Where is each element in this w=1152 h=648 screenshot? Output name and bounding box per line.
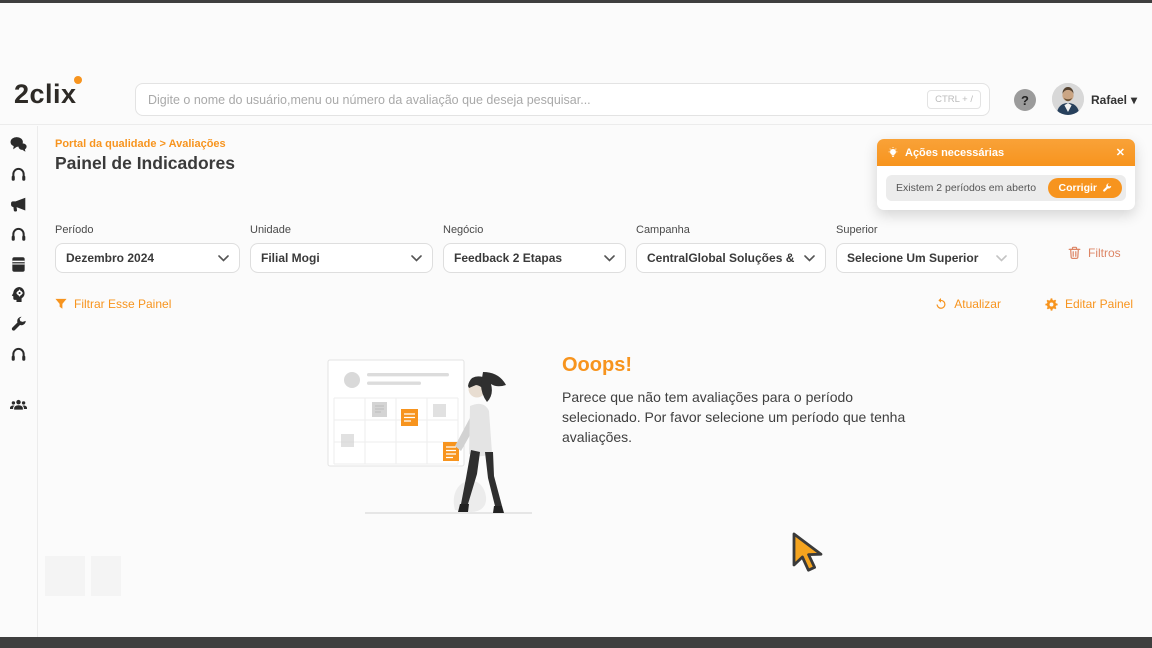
filter-label: Superior bbox=[836, 224, 1018, 236]
avatar[interactable] bbox=[1052, 83, 1084, 115]
filter-campanha: Campanha CentralGlobal Soluções & F bbox=[636, 224, 826, 273]
funnel-icon bbox=[55, 298, 67, 310]
book-icon[interactable] bbox=[10, 256, 27, 273]
chevron-down-icon: ▾ bbox=[1131, 93, 1137, 107]
empty-state-title: Ooops! bbox=[562, 354, 907, 377]
filter-label: Negócio bbox=[443, 224, 626, 236]
filter-panel-button[interactable]: Filtrar Esse Painel bbox=[55, 297, 171, 311]
filters-row: Período Dezembro 2024 Unidade Filial Mog… bbox=[55, 224, 1121, 273]
negocio-select[interactable]: Feedback 2 Etapas bbox=[443, 243, 626, 273]
filter-superior: Superior Selecione Um Superior bbox=[836, 224, 1018, 273]
logo-text: 2clix bbox=[14, 79, 77, 109]
actions-needed-title: Ações necessárias bbox=[905, 147, 1110, 159]
mouse-cursor bbox=[791, 532, 829, 574]
avatar-image bbox=[1052, 83, 1084, 115]
help-button[interactable]: ? bbox=[1014, 89, 1036, 111]
negocio-value: Feedback 2 Etapas bbox=[454, 251, 562, 265]
actions-needed-body: Existem 2 períodos em aberto Corrigir bbox=[877, 166, 1135, 210]
filter-unidade: Unidade Filial Mogi bbox=[250, 224, 433, 273]
filter-negocio: Negócio Feedback 2 Etapas bbox=[443, 224, 626, 273]
empty-state-text: Ooops! Parece que não tem avaliações par… bbox=[562, 352, 907, 522]
filter-label: Unidade bbox=[250, 224, 433, 236]
unidade-select[interactable]: Filial Mogi bbox=[250, 243, 433, 273]
top-strip bbox=[0, 0, 1152, 3]
filter-label: Campanha bbox=[636, 224, 826, 236]
no-data-illustration bbox=[320, 352, 548, 522]
panel-actions-row: Filtrar Esse Painel Atualizar Editar Pai… bbox=[55, 297, 1133, 311]
campanha-value: CentralGlobal Soluções & F bbox=[647, 251, 798, 265]
panel-actions-right: Atualizar Editar Painel bbox=[935, 297, 1133, 311]
headset-icon[interactable] bbox=[10, 166, 27, 183]
chevron-down-icon bbox=[218, 255, 229, 262]
actions-needed-header: Ações necessárias ✕ bbox=[877, 139, 1135, 166]
clear-filters-button[interactable]: Filtros bbox=[1068, 246, 1121, 260]
edit-panel-button[interactable]: Editar Painel bbox=[1045, 297, 1133, 311]
content: Portal da qualidade > Avaliações Painel … bbox=[39, 126, 1152, 637]
people-group-icon[interactable] bbox=[10, 396, 27, 413]
periodo-select[interactable]: Dezembro 2024 bbox=[55, 243, 240, 273]
periodo-value: Dezembro 2024 bbox=[66, 251, 154, 265]
chevron-down-icon bbox=[996, 255, 1007, 262]
empty-state-message: Parece que não tem avaliações para o per… bbox=[562, 388, 907, 448]
chat-bubbles-icon[interactable] bbox=[10, 136, 27, 153]
superior-value: Selecione Um Superior bbox=[847, 251, 978, 265]
search-input[interactable] bbox=[148, 93, 927, 107]
background-mark bbox=[91, 556, 121, 596]
lightbulb-icon bbox=[887, 147, 899, 159]
global-search: CTRL + / bbox=[135, 83, 990, 116]
app-header: 2clix CTRL + / ? Rafael ▾ bbox=[0, 3, 1152, 125]
page-title: Painel de Indicadores bbox=[55, 153, 235, 174]
user-name: Rafael bbox=[1091, 93, 1127, 107]
open-periods-message: Existem 2 períodos em aberto bbox=[896, 182, 1036, 194]
refresh-button[interactable]: Atualizar bbox=[935, 297, 1001, 311]
superior-select[interactable]: Selecione Um Superior bbox=[836, 243, 1018, 273]
campanha-select[interactable]: CentralGlobal Soluções & F bbox=[636, 243, 826, 273]
user-menu[interactable]: Rafael ▾ bbox=[1091, 93, 1137, 107]
chevron-down-icon bbox=[411, 255, 422, 262]
breadcrumb[interactable]: Portal da qualidade > Avaliações bbox=[55, 138, 226, 150]
background-mark bbox=[45, 556, 85, 596]
gear-icon bbox=[1045, 298, 1058, 311]
refresh-icon bbox=[935, 298, 947, 310]
main-area: Portal da qualidade > Avaliações Painel … bbox=[0, 126, 1152, 637]
wrench-icon[interactable] bbox=[10, 316, 27, 333]
fix-button[interactable]: Corrigir bbox=[1048, 178, 1122, 198]
headset-icon[interactable] bbox=[10, 346, 27, 363]
trash-icon bbox=[1068, 246, 1081, 260]
sidebar bbox=[0, 126, 38, 637]
headset-icon[interactable] bbox=[10, 226, 27, 243]
app-logo: 2clix bbox=[14, 79, 77, 110]
chevron-down-icon bbox=[604, 255, 615, 262]
fix-button-label: Corrigir bbox=[1058, 182, 1097, 194]
search-shortcut-badge: CTRL + / bbox=[927, 90, 981, 109]
refresh-label: Atualizar bbox=[954, 297, 1001, 311]
wrench-icon bbox=[1102, 183, 1112, 193]
filter-panel-label: Filtrar Esse Painel bbox=[74, 297, 171, 311]
question-mark-icon: ? bbox=[1021, 93, 1029, 108]
filter-periodo: Período Dezembro 2024 bbox=[55, 224, 240, 273]
logo-orange-dot bbox=[74, 76, 82, 84]
head-gear-icon[interactable] bbox=[10, 286, 27, 303]
unidade-value: Filial Mogi bbox=[261, 251, 320, 265]
edit-panel-label: Editar Painel bbox=[1065, 297, 1133, 311]
megaphone-icon[interactable] bbox=[10, 196, 27, 213]
empty-state: Ooops! Parece que não tem avaliações par… bbox=[320, 352, 907, 522]
open-periods-item: Existem 2 períodos em aberto Corrigir bbox=[886, 175, 1126, 201]
close-icon[interactable]: ✕ bbox=[1116, 146, 1125, 159]
background-marks bbox=[45, 556, 121, 596]
filter-label: Período bbox=[55, 224, 240, 236]
chevron-down-icon bbox=[804, 255, 815, 262]
bottom-strip bbox=[0, 637, 1152, 648]
clear-filters-label: Filtros bbox=[1088, 246, 1121, 260]
actions-needed-panel: Ações necessárias ✕ Existem 2 períodos e… bbox=[877, 139, 1135, 210]
